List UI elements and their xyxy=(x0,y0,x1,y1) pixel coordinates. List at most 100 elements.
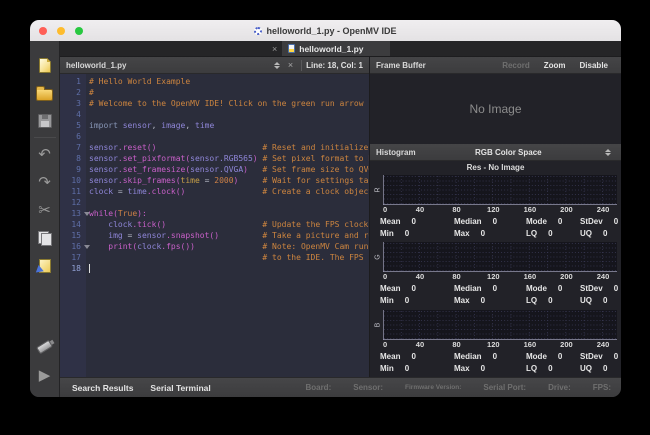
screen: helloworld_1.py - OpenMV IDE ↶↷✂ ▶ × hell… xyxy=(0,0,650,435)
histogram-plot xyxy=(383,242,617,272)
code-line xyxy=(89,263,369,274)
save-floppy-icon xyxy=(38,114,52,128)
stats-row: Min0Max0LQ0UQ0 xyxy=(372,294,617,306)
paste-clipboard-icon xyxy=(39,259,51,273)
code-line: img = sensor.snapshot() # Take a picture… xyxy=(89,230,369,241)
stat-median: Median0 xyxy=(454,283,526,294)
tick-label: 0 xyxy=(383,205,387,214)
stat-value: 0 xyxy=(405,364,409,373)
stat-label: Mean xyxy=(380,217,400,226)
open-file-button[interactable] xyxy=(30,79,60,107)
tick-label: 120 xyxy=(487,340,500,349)
line-number: 4 xyxy=(60,109,86,120)
tick-label: 240 xyxy=(597,340,610,349)
maximize-window-button[interactable] xyxy=(75,27,83,35)
code-area[interactable]: # Hello World Example## Welcome to the O… xyxy=(86,74,369,377)
stat-stdev: StDev0 xyxy=(580,216,618,227)
zoom-button[interactable]: Zoom xyxy=(537,61,573,70)
stat-label: Min xyxy=(380,229,394,238)
stat-label: Max xyxy=(454,364,470,373)
tick-label: 40 xyxy=(416,340,424,349)
line-number: 8 xyxy=(60,153,86,164)
new-file-button[interactable] xyxy=(30,51,60,79)
line-number: 7 xyxy=(60,142,86,153)
copy-button[interactable] xyxy=(30,224,60,252)
tab-close-icon[interactable]: × xyxy=(267,41,282,56)
python-file-icon xyxy=(288,44,295,53)
tick-label: 240 xyxy=(597,272,610,281)
save-file-button[interactable] xyxy=(30,107,60,135)
connect-board-button[interactable] xyxy=(30,333,60,361)
fold-chevron-icon[interactable] xyxy=(84,245,90,249)
tick-label: 120 xyxy=(487,205,500,214)
titlebar[interactable]: helloworld_1.py - OpenMV IDE xyxy=(30,20,621,41)
stat-value: 0 xyxy=(481,364,485,373)
stat-label: StDev xyxy=(580,217,603,226)
close-window-button[interactable] xyxy=(39,27,47,35)
tick-label: 200 xyxy=(560,272,573,281)
color-space-dropdown-icon[interactable] xyxy=(601,149,615,156)
code-line xyxy=(89,131,369,142)
stats-row: Min0Max0LQ0UQ0 xyxy=(372,227,617,239)
plot-row: B xyxy=(372,310,617,340)
disable-button[interactable]: Disable xyxy=(573,61,615,70)
fold-chevron-icon[interactable] xyxy=(84,212,90,216)
histogram-plot xyxy=(383,175,617,205)
line-number: 10 xyxy=(60,175,86,186)
stat-mode: Mode0 xyxy=(526,216,580,227)
x-axis-ticks: 04080120160200240 xyxy=(383,340,617,350)
code-line: clock.tick() # Update the FPS clock. xyxy=(89,219,369,230)
minimize-window-button[interactable] xyxy=(57,27,65,35)
stat-label: UQ xyxy=(580,296,592,305)
tick-label: 160 xyxy=(524,340,537,349)
plot-row: R xyxy=(372,175,617,205)
stat-label: UQ xyxy=(580,364,592,373)
open-file-name[interactable]: helloworld_1.py xyxy=(66,61,126,70)
histogram-channel-G: G04080120160200240Mean0Median0Mode0StDev… xyxy=(372,242,617,309)
record-button[interactable]: Record xyxy=(495,61,537,70)
text-cursor xyxy=(89,264,90,273)
tick-label: 160 xyxy=(524,205,537,214)
plot-row: G xyxy=(372,242,617,272)
tick-label: 240 xyxy=(597,205,610,214)
stat-value: 0 xyxy=(493,352,497,361)
statusbar-tab-serial-terminal[interactable]: Serial Terminal xyxy=(150,383,210,393)
color-space-select[interactable]: RGB Color Space xyxy=(416,148,601,157)
line-number: 6 xyxy=(60,131,86,142)
stat-label: LQ xyxy=(526,229,537,238)
status-field: Board: xyxy=(305,383,331,392)
stat-label: Max xyxy=(454,296,470,305)
editor-close-icon[interactable]: × xyxy=(284,60,297,70)
stat-max: Max 0 xyxy=(454,363,526,374)
tab-label: helloworld_1.py xyxy=(299,44,363,54)
stat-mode: Mode0 xyxy=(526,351,580,362)
line-number: 2 xyxy=(60,87,86,98)
cut-button[interactable]: ✂ xyxy=(30,196,60,224)
tick-label: 80 xyxy=(452,340,460,349)
code-editor[interactable]: 123456789101112131415161718 # Hello Worl… xyxy=(60,74,369,377)
statusbar-tab-search-results[interactable]: Search Results xyxy=(72,383,133,393)
stat-min: Min0 xyxy=(380,363,454,374)
stat-value: 0 xyxy=(481,296,485,305)
run-script-button[interactable]: ▶ xyxy=(30,361,60,389)
code-line: # to the IDE. The FPS should increase on… xyxy=(89,252,369,263)
stat-value: 0 xyxy=(614,352,618,361)
stat-value: 0 xyxy=(548,229,552,238)
line-number: 12 xyxy=(60,197,86,208)
stats-row: Mean0Median0Mode0StDev0 xyxy=(372,282,617,294)
undo-button[interactable]: ↶ xyxy=(30,140,60,168)
tab-helloworld[interactable]: helloworld_1.py xyxy=(282,41,389,56)
status-bar: Search ResultsSerial TerminalBoard:Senso… xyxy=(60,377,621,397)
paste-button[interactable] xyxy=(30,252,60,280)
histogram-header: Histogram RGB Color Space xyxy=(370,144,621,161)
stat-value: 0 xyxy=(411,352,415,361)
stat-lq: LQ0 xyxy=(526,295,580,306)
sidebar-toolbar: ↶↷✂ ▶ xyxy=(30,41,60,397)
stat-value: 0 xyxy=(548,364,552,373)
stat-label: Max xyxy=(454,229,470,238)
code-line: sensor.reset() # Reset and initialize th… xyxy=(89,142,369,153)
stats-row: Min0Max0LQ0UQ0 xyxy=(372,362,617,374)
redo-button[interactable]: ↷ xyxy=(30,168,60,196)
tick-label: 80 xyxy=(452,272,460,281)
file-dropdown-icon[interactable] xyxy=(270,62,284,69)
